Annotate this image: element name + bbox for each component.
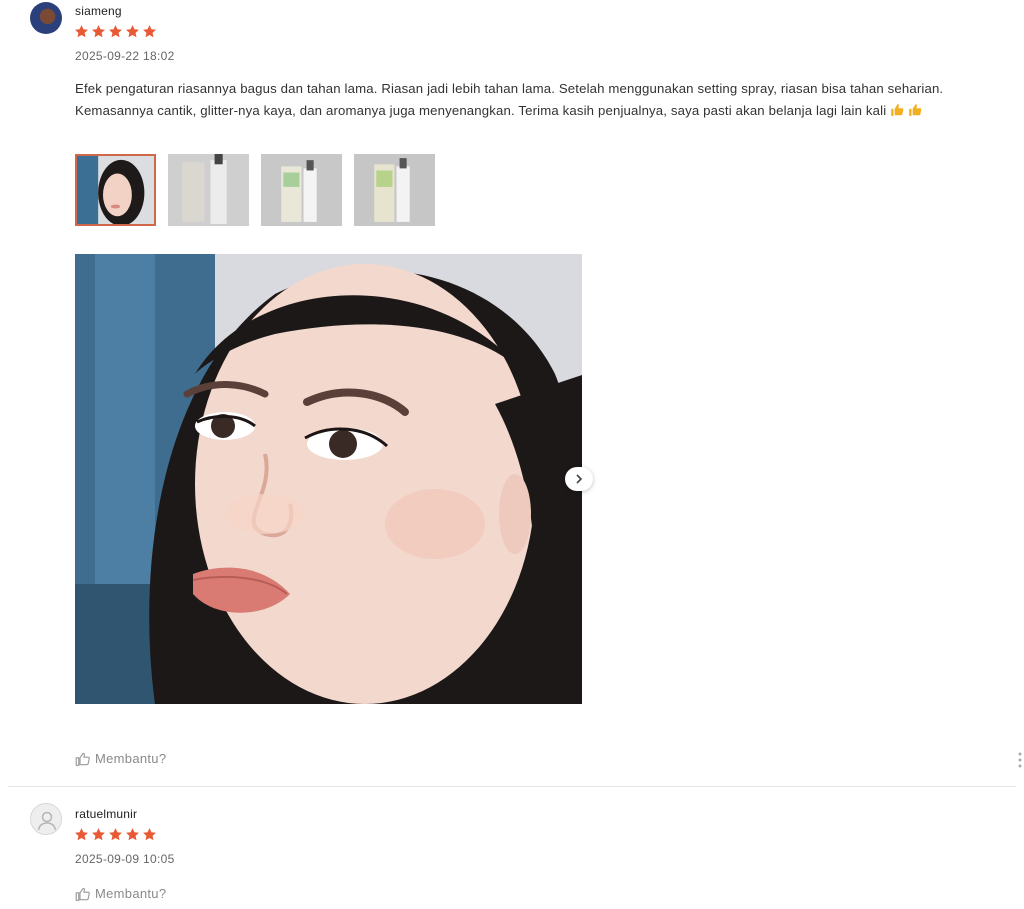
review-photo-viewer[interactable]	[75, 254, 582, 704]
star-icon	[143, 828, 156, 841]
thumbnail-selfie[interactable]	[75, 154, 156, 226]
thumbnail-product-1[interactable]	[168, 154, 249, 226]
thumbs-up-emoji-icon	[891, 103, 904, 116]
review-date: 2025-09-09 10:05	[75, 852, 175, 866]
photo-thumbnails	[75, 154, 435, 226]
star-icon	[75, 25, 88, 38]
helpful-button[interactable]: Membantu?	[75, 751, 166, 766]
star-icon	[126, 25, 139, 38]
star-icon	[92, 25, 105, 38]
thumbnail-product-2[interactable]	[261, 154, 342, 226]
star-icon	[109, 25, 122, 38]
star-icon	[126, 828, 139, 841]
review-card: ratuelmunir 2025-09-09 10:05 Membantu?	[0, 789, 1024, 909]
review-date: 2025-09-22 18:02	[75, 49, 175, 63]
default-user-icon	[37, 811, 57, 831]
more-options-icon[interactable]	[1018, 752, 1022, 768]
selfie-photo	[75, 254, 582, 704]
reviewer-name: ratuelmunir	[75, 807, 138, 821]
helpful-label: Membantu?	[95, 886, 167, 901]
helpful-label: Membantu?	[95, 751, 167, 766]
review-text: Efek pengaturan riasannya bagus dan taha…	[75, 81, 944, 118]
thumbs-up-icon	[75, 887, 90, 901]
thumbs-up-emoji-icon	[909, 103, 922, 116]
star-icon	[75, 828, 88, 841]
review-text-block: Efek pengaturan riasannya bagus dan taha…	[75, 78, 1020, 121]
star-rating	[74, 827, 157, 842]
review-card: siameng 2025-09-22 18:02 Efek pengaturan…	[0, 0, 1024, 788]
star-rating	[74, 24, 157, 39]
star-icon	[143, 25, 156, 38]
helpful-button[interactable]: Membantu?	[75, 886, 166, 901]
thumbs-up-icon	[75, 752, 90, 766]
star-icon	[92, 828, 105, 841]
reviewer-name: siameng	[75, 4, 122, 18]
avatar[interactable]	[30, 2, 62, 34]
avatar[interactable]	[30, 803, 62, 835]
thumbnail-product-3[interactable]	[354, 154, 435, 226]
star-icon	[109, 828, 122, 841]
chevron-right-icon	[576, 474, 583, 484]
next-photo-button[interactable]	[565, 467, 593, 491]
review-divider	[8, 786, 1016, 787]
